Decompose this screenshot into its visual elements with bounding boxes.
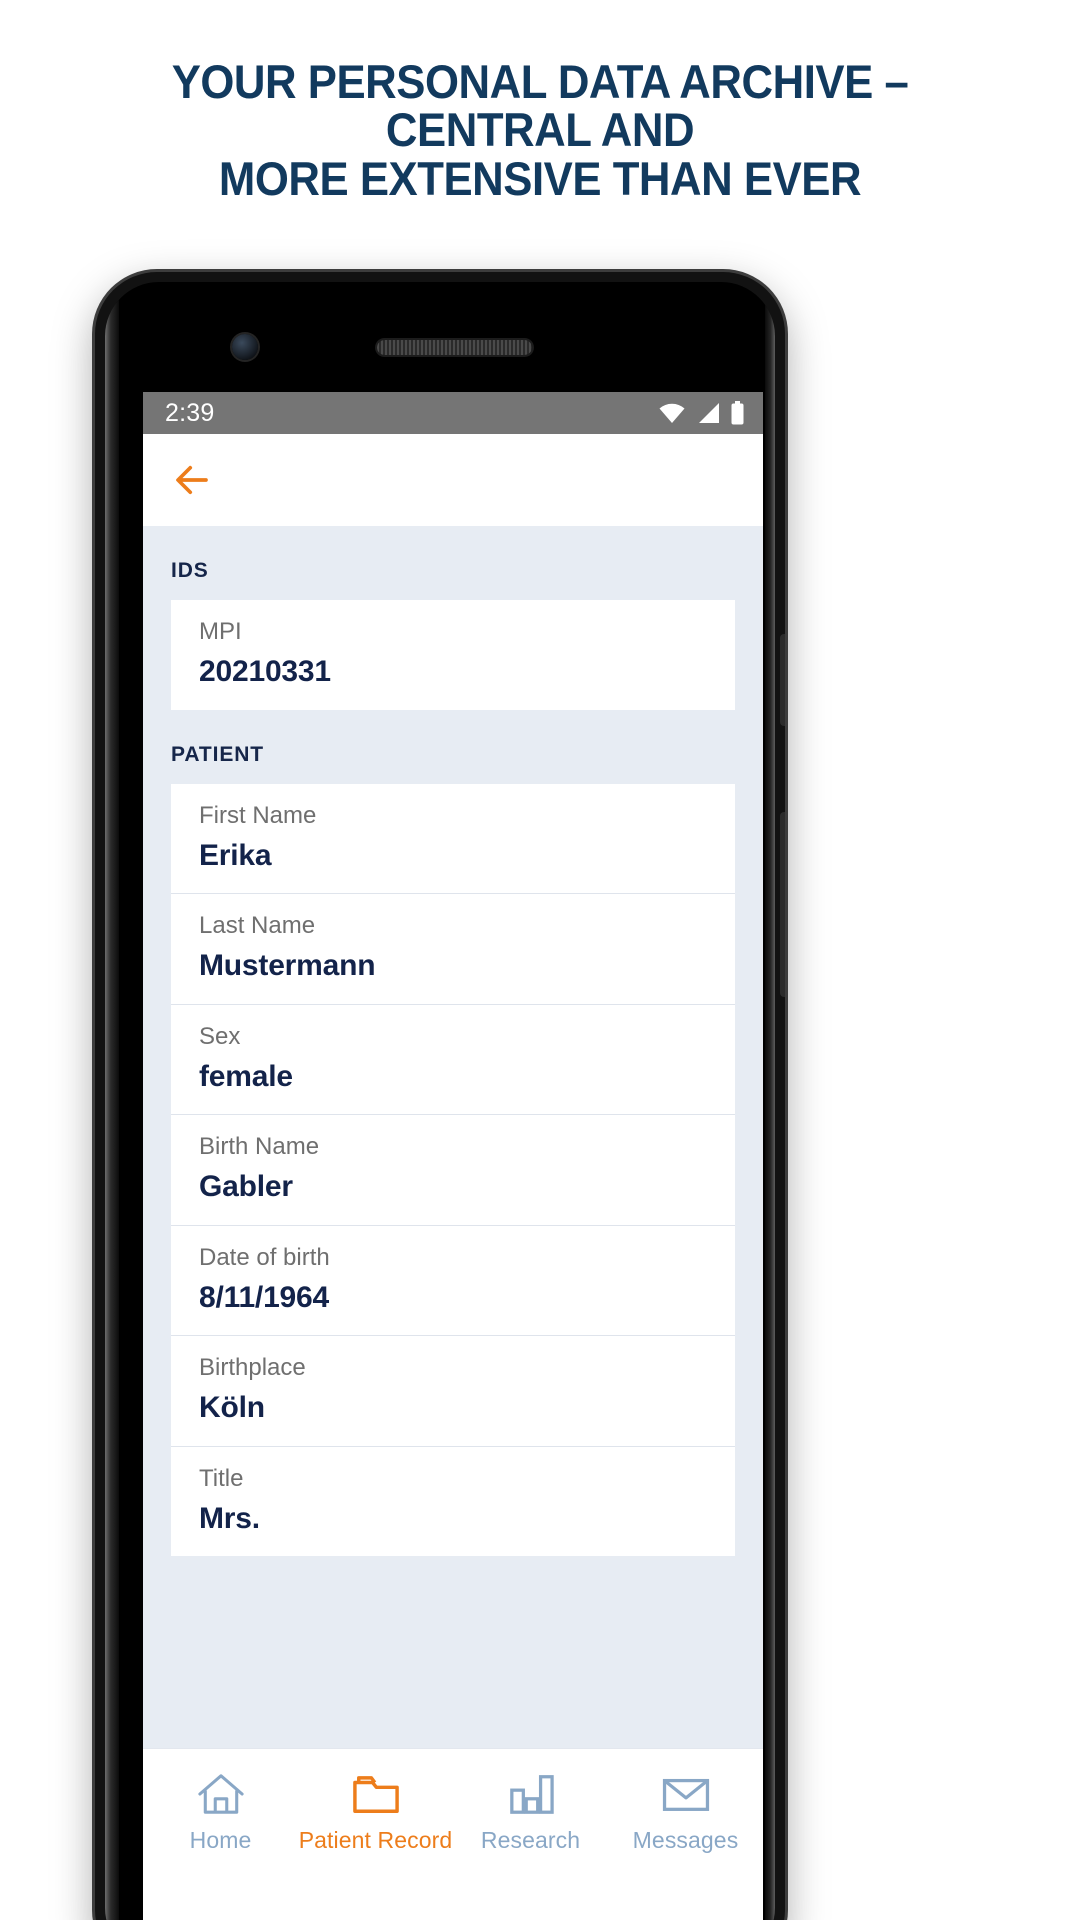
field-mpi[interactable]: MPI 20210331: [171, 600, 735, 710]
field-label: Sex: [199, 1022, 241, 1050]
field-title[interactable]: Title Mrs.: [171, 1446, 735, 1556]
headline-line-3: MORE EXTENSIVE THAN EVER: [218, 151, 862, 205]
field-label: Birthplace: [199, 1354, 306, 1381]
bar-chart-icon: [509, 1775, 554, 1814]
field-birthplace[interactable]: Birthplace Köln: [171, 1336, 735, 1447]
phone-bezel: 2:39 IDS MPI 20210331 PATIENT First Name…: [105, 282, 775, 1920]
section-header-patient: PATIENT: [171, 742, 265, 766]
nav-label: Patient Record: [298, 1827, 453, 1853]
field-sex[interactable]: Sex female: [171, 1004, 735, 1115]
field-label: Birth Name: [199, 1133, 320, 1160]
field-value: female: [199, 1059, 293, 1093]
headline-line-2: CENTRAL AND: [385, 103, 695, 157]
volume-button[interactable]: [780, 812, 785, 997]
field-label: Last Name: [199, 912, 316, 939]
field-label: MPI: [199, 618, 242, 645]
ids-field-group: MPI 20210331: [171, 600, 735, 710]
cellular-signal-icon: [699, 403, 719, 423]
field-value: Mustermann: [199, 949, 376, 982]
promo-screenshot-page: YOUR PERSONAL DATA ARCHIVE – CENTRAL AND…: [0, 0, 1080, 1920]
envelope-icon: [662, 1778, 709, 1811]
field-value: 20210331: [199, 655, 331, 688]
field-value: Mrs.: [199, 1501, 260, 1535]
phone-screen: 2:39 IDS MPI 20210331 PATIENT First Name…: [143, 392, 763, 1920]
field-value: Gabler: [199, 1170, 293, 1203]
field-label: Date of birth: [199, 1243, 330, 1271]
nav-label: Messages: [632, 1827, 739, 1853]
field-label: Title: [199, 1464, 244, 1492]
section-header-ids: IDS: [171, 559, 209, 582]
patient-detail-content[interactable]: IDS MPI 20210331 PATIENT First Name Erik…: [143, 526, 763, 1748]
phone-left-bezel-highlight: [105, 282, 119, 1920]
field-first-name[interactable]: First Name Erika: [171, 783, 735, 894]
front-camera-icon: [232, 334, 258, 360]
patient-field-group: First Name Erika Last Name Mustermann Se…: [171, 783, 735, 1556]
battery-icon: [731, 401, 744, 425]
field-last-name[interactable]: Last Name Mustermann: [171, 894, 735, 1005]
folder-icon: [352, 1776, 399, 1813]
nav-item-research[interactable]: Research: [453, 1771, 608, 1854]
field-label: First Name: [199, 801, 317, 829]
nav-label: Research: [480, 1827, 581, 1853]
status-bar-icons: [658, 401, 745, 425]
wifi-icon: [659, 403, 685, 423]
nav-item-patient-record[interactable]: Patient Record: [298, 1771, 453, 1854]
back-arrow-icon[interactable]: [171, 459, 213, 501]
app-bar: [143, 434, 763, 526]
earpiece-speaker: [377, 340, 532, 355]
nav-label: Home: [189, 1827, 252, 1853]
nav-item-home[interactable]: Home: [143, 1771, 298, 1854]
power-button[interactable]: [780, 634, 785, 726]
field-value: Köln: [199, 1391, 265, 1424]
headline-line-1: YOUR PERSONAL DATA ARCHIVE –: [171, 55, 909, 108]
phone-right-bezel-highlight: [765, 282, 775, 1920]
nav-item-messages[interactable]: Messages: [608, 1771, 763, 1854]
home-icon: [197, 1774, 244, 1814]
field-value: Erika: [199, 838, 272, 872]
field-birth-name[interactable]: Birth Name Gabler: [171, 1115, 735, 1226]
status-bar-clock: 2:39: [165, 398, 215, 427]
phone-mockup: 2:39 IDS MPI 20210331 PATIENT First Name…: [95, 272, 785, 1920]
bottom-navigation-bar: Home Patient Record Research Messages: [143, 1748, 763, 1898]
page-title: YOUR PERSONAL DATA ARCHIVE – CENTRAL AND…: [38, 55, 1042, 205]
field-value: 8/11/1964: [199, 1280, 330, 1314]
status-bar: 2:39: [143, 392, 763, 434]
field-date-of-birth[interactable]: Date of birth 8/11/1964: [171, 1225, 735, 1336]
